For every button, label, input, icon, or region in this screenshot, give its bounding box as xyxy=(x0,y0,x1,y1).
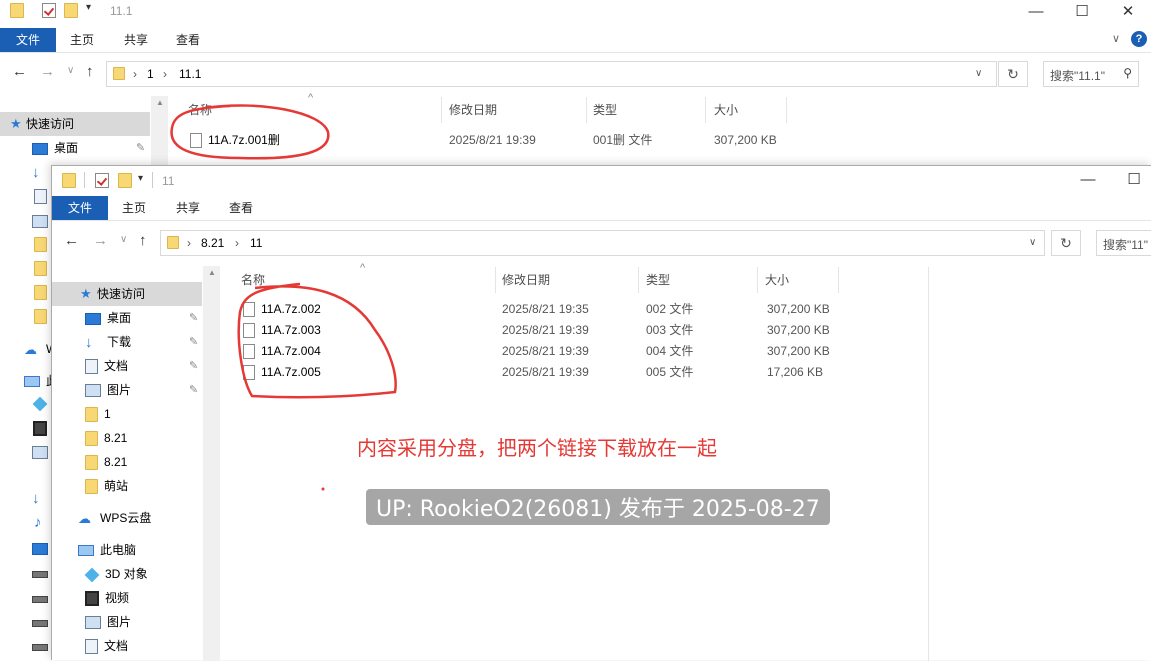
annotation-text: 内容采用分盘，把两个链接下载放在一起 xyxy=(357,436,717,460)
red-circle-front xyxy=(237,282,397,399)
watermark: UP: RookieO2(26081) 发布于 2025-08-27 xyxy=(366,489,830,525)
annotation-overlay xyxy=(170,104,397,491)
red-dot xyxy=(321,487,325,491)
red-circle-back xyxy=(170,104,330,160)
